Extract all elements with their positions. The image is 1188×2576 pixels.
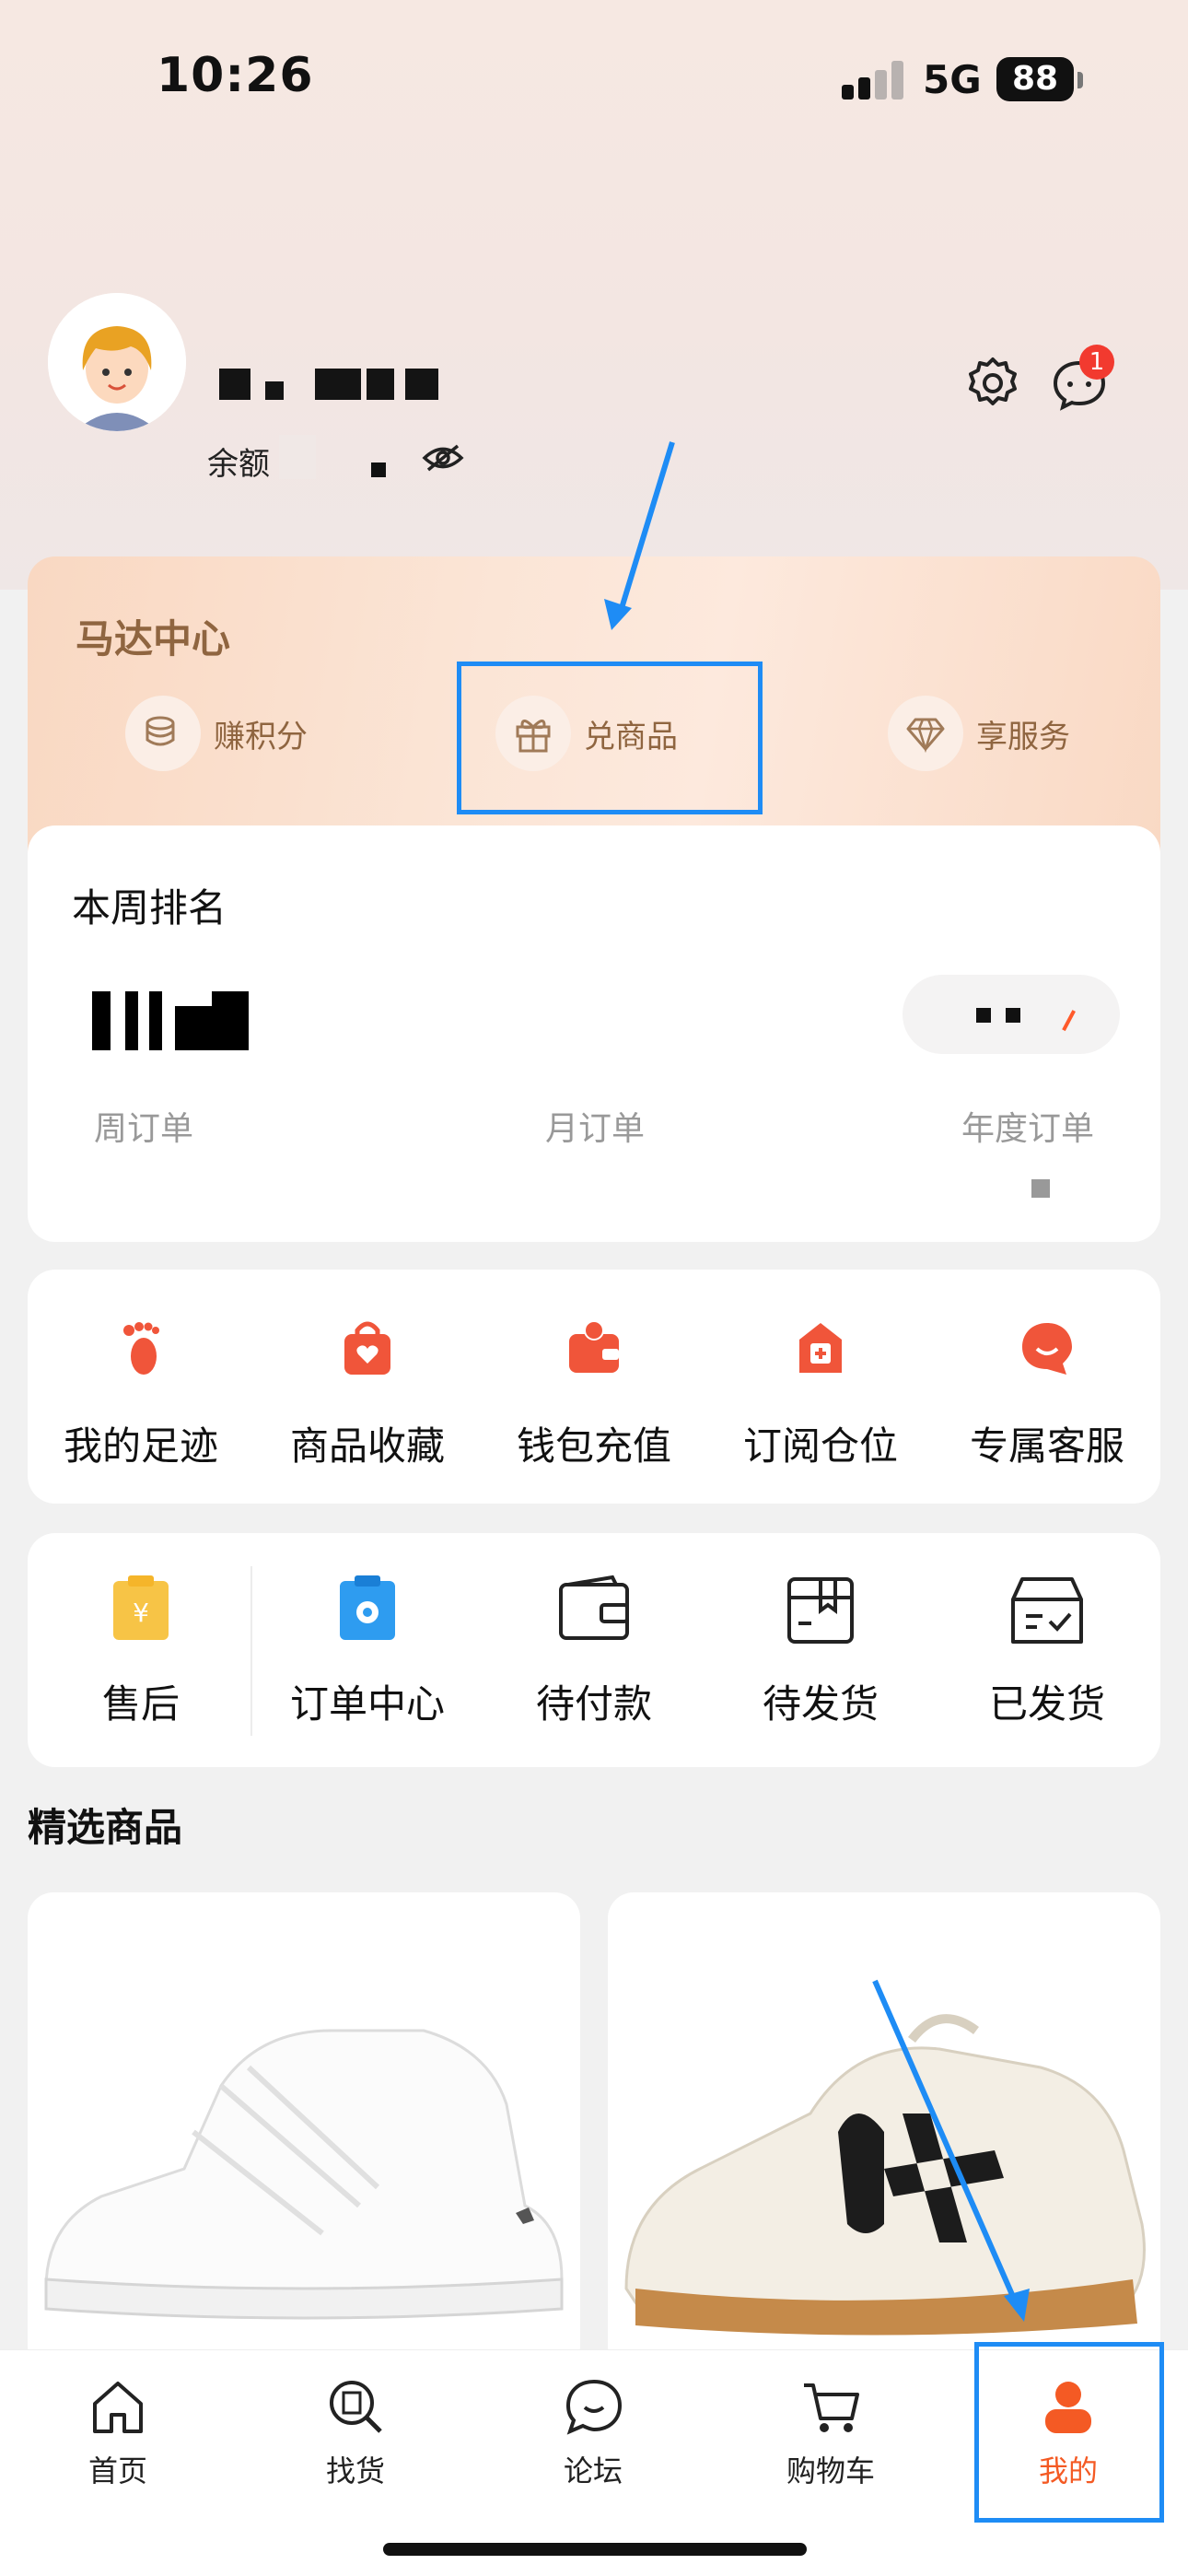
ranking-badge-masked[interactable]: [903, 975, 1120, 1054]
home-indicator: [383, 2543, 807, 2556]
product-card-ny-sneaker[interactable]: [608, 1892, 1160, 2371]
ny-sneaker-image: [624, 2014, 1146, 2336]
footprint-icon: [123, 1322, 159, 1375]
favorite-bag-icon: [344, 1321, 390, 1375]
coins-icon: [146, 716, 175, 746]
tab-forum[interactable]: 论坛: [501, 2374, 685, 2490]
tab-home[interactable]: 首页: [26, 2374, 210, 2490]
footprint-button[interactable]: 我的足迹: [28, 1316, 254, 1471]
annotation-tab-highlight-box: [974, 2342, 1164, 2523]
orders-card: ¥ 售后 订单中心 待付款 待发货 已发货: [28, 1533, 1160, 1767]
shipped-icon: [1011, 1577, 1083, 1644]
order-center-button[interactable]: 订单中心: [254, 1574, 481, 1729]
pending-payment-button[interactable]: 待付款: [481, 1574, 707, 1729]
weekly-ranking-title: 本周排名: [72, 885, 227, 931]
svg-text:¥: ¥: [133, 1598, 149, 1628]
earn-points-button[interactable]: 赚积分: [125, 695, 308, 772]
divider: [250, 1566, 252, 1736]
after-sales-icon: ¥: [113, 1575, 169, 1640]
subscribe-warehouse-button[interactable]: 订阅仓位: [707, 1316, 934, 1471]
tab-cart[interactable]: 购物车: [739, 2374, 923, 2490]
annotation-highlight-box: [457, 662, 763, 814]
white-sneaker-image: [44, 2029, 564, 2320]
mada-center-title: 马达中心: [76, 616, 231, 662]
weekly-ranking-card: 本周排名 周订单 月订单 年度订单: [28, 825, 1160, 1242]
battery-tip: [1077, 72, 1083, 88]
settings-gear-icon[interactable]: [963, 354, 1022, 413]
message-badge: 1: [1079, 345, 1114, 380]
enjoy-service-label: 享服务: [976, 718, 1070, 755]
avatar[interactable]: [48, 293, 186, 431]
tab-find-goods[interactable]: 找货: [263, 2374, 448, 2490]
customer-service-icon: [1022, 1323, 1072, 1375]
customer-service-button[interactable]: 专属客服: [934, 1316, 1160, 1471]
username-masked: [219, 361, 440, 407]
wallet-topup-button[interactable]: 钱包充值: [481, 1316, 707, 1471]
earn-points-label: 赚积分: [214, 718, 308, 755]
eye-hidden-icon[interactable]: [421, 442, 465, 474]
product-card-white-sneaker[interactable]: [28, 1892, 580, 2371]
network-type: 5G: [923, 57, 982, 102]
order-center-icon: [340, 1575, 395, 1640]
services-card: 我的足迹 商品收藏 钱包充值 订阅仓位 专属客服: [28, 1270, 1160, 1504]
pending-shipment-icon: [787, 1577, 854, 1644]
cart-icon: [804, 2383, 859, 2432]
enjoy-service-button[interactable]: 享服务: [888, 695, 1070, 772]
shipped-button[interactable]: 已发货: [934, 1574, 1160, 1729]
subscribe-icon: [799, 1323, 842, 1373]
find-goods-icon: [330, 2381, 382, 2433]
wallet-icon: [569, 1320, 619, 1373]
pending-payment-icon: [559, 1575, 629, 1640]
diamond-icon: [906, 718, 945, 754]
forum-icon: [565, 2379, 623, 2435]
ranking-value-masked: [92, 991, 313, 1050]
status-time: 10:26: [157, 48, 314, 103]
favorites-button[interactable]: 商品收藏: [254, 1316, 481, 1471]
weekly-orders-label: 周订单: [94, 1110, 194, 1148]
home-icon: [93, 2382, 143, 2433]
yearly-orders-label: 年度订单: [961, 1110, 1095, 1148]
featured-title: 精选商品: [28, 1805, 183, 1850]
after-sales-button[interactable]: ¥ 售后: [28, 1574, 254, 1729]
signal-icon: [842, 61, 906, 100]
battery-icon: 88: [996, 57, 1074, 101]
pending-shipment-button[interactable]: 待发货: [707, 1574, 934, 1729]
monthly-orders-label: 月订单: [545, 1110, 646, 1148]
balance-label: 余额: [207, 446, 270, 483]
